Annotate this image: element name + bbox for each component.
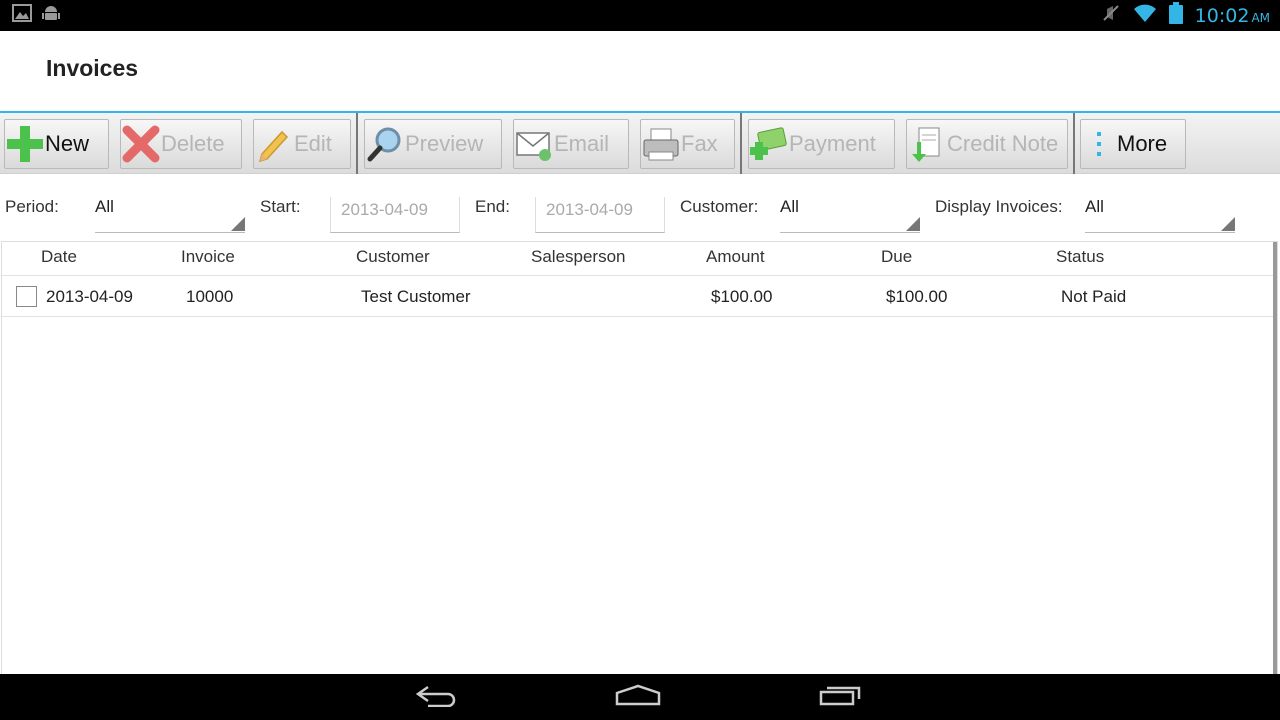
envelope-icon [514,124,554,164]
display-invoices-value: All [1085,197,1104,216]
column-header-invoice[interactable]: Invoice [181,247,235,267]
period-value: All [95,197,114,216]
recent-apps-icon [818,684,862,711]
money-add-icon [749,124,789,164]
delete-x-icon [121,124,161,164]
start-label: Start: [260,197,301,216]
credit-note-icon [907,124,947,164]
navigation-bar [0,674,1280,720]
scrollbar[interactable] [1273,242,1277,675]
wifi-icon [1133,3,1157,28]
recent-apps-button[interactable] [810,680,870,714]
column-header-customer[interactable]: Customer [356,247,430,267]
status-bar: 10:02 AM [0,0,1280,31]
customer-spinner[interactable]: All [780,197,920,233]
clock: 10:02 AM [1194,4,1270,27]
pencil-icon [254,124,294,164]
column-header-due[interactable]: Due [881,247,912,267]
cell-amount: $100.00 [711,287,773,306]
edit-button[interactable]: Edit [253,119,351,169]
spinner-arrow-icon [906,217,920,231]
payment-button[interactable]: Payment [748,119,895,169]
column-header-status[interactable]: Status [1056,247,1104,267]
back-arrow-icon [414,683,458,712]
table-header: Date Invoice Customer Salesperson Amount… [2,242,1278,276]
column-header-date[interactable]: Date [41,247,77,267]
cell-status: Not Paid [1061,287,1127,306]
fax-button-label: Fax [681,131,718,156]
cell-invoice: 10000 [186,287,234,306]
fax-button[interactable]: Fax [640,119,735,169]
title-bar: Invoices [0,31,1280,112]
column-header-salesperson[interactable]: Salesperson [531,247,626,267]
plus-icon [5,124,45,164]
customer-value: All [780,197,799,216]
magnifier-icon [365,124,405,164]
cell-date: 2013-04-09 [46,287,133,306]
android-icon [42,4,60,27]
page-title: Invoices [46,55,139,81]
invoice-table: Date Invoice Customer Salesperson Amount… [1,241,1278,675]
delete-button[interactable]: Delete [120,119,242,169]
edit-button-label: Edit [294,131,332,156]
preview-button-label: Preview [405,131,484,156]
cell-customer: Test Customer [361,287,471,306]
toolbar-separator [740,113,742,174]
payment-button-label: Payment [789,131,876,156]
credit-note-button-label: Credit Note [947,131,1059,156]
fax-icon [641,124,681,164]
row-checkbox[interactable] [16,286,37,307]
more-button-label: More [1117,131,1168,156]
delete-button-label: Delete [161,131,225,156]
toolbar: New Delete Edit Preview Email Fax Paymen… [0,113,1280,174]
email-button[interactable]: Email [513,119,629,169]
battery-icon [1168,2,1183,29]
toolbar-separator [356,113,358,174]
toolbar-separator [1073,113,1075,174]
cell-due: $100.00 [886,287,948,306]
overflow-menu-icon [1081,124,1117,164]
home-icon [615,684,661,711]
home-button[interactable] [608,680,668,714]
back-button[interactable] [406,680,466,714]
period-label: Period: [5,197,59,216]
display-invoices-label: Display Invoices: [935,197,1063,216]
preview-button[interactable]: Preview [364,119,502,169]
table-row[interactable]: 2013-04-09 10000 Test Customer $100.00 $… [2,276,1278,317]
end-label: End: [475,197,510,216]
spinner-arrow-icon [231,217,245,231]
filter-row: Period: All Start: 2013-04-09 End: 2013-… [0,175,1280,241]
period-spinner[interactable]: All [95,197,245,233]
column-header-amount[interactable]: Amount [706,247,765,267]
new-button[interactable]: New [4,119,109,169]
spinner-arrow-icon [1221,217,1235,231]
mute-icon [1101,3,1121,28]
more-button[interactable]: More [1080,119,1186,169]
credit-note-button[interactable]: Credit Note [906,119,1068,169]
gallery-icon [12,4,32,27]
end-date-field[interactable]: 2013-04-09 [535,197,665,233]
start-date-field[interactable]: 2013-04-09 [330,197,460,233]
display-invoices-spinner[interactable]: All [1085,197,1235,233]
new-button-label: New [45,131,90,156]
customer-label: Customer: [680,197,759,216]
email-button-label: Email [554,131,610,156]
